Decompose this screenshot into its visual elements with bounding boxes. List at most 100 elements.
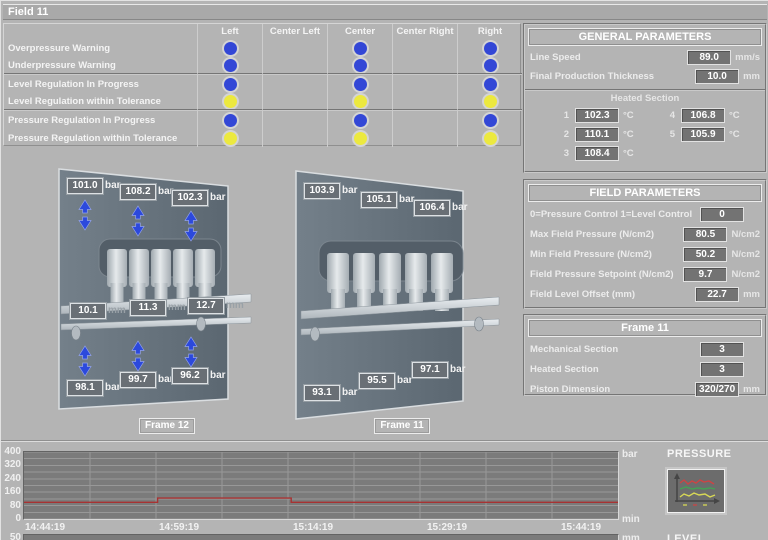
parameter-value-box[interactable]: 0 <box>700 207 744 222</box>
parameter-value-box[interactable]: 80.5 <box>683 227 727 242</box>
frame-value-unit: bar <box>397 375 413 386</box>
trend-x-unit: min <box>622 514 640 525</box>
frame-pressure-value-bottom: 98.1 <box>67 380 103 396</box>
heated-section-value-box[interactable]: 110.1 <box>575 127 619 142</box>
frame-label: Frame 12 <box>139 418 195 434</box>
status-led-cell <box>262 57 327 75</box>
level-trend-chart-partial <box>23 534 619 540</box>
parameter-row: Heated Section 3 <box>525 359 765 379</box>
heated-section-unit: °C <box>729 129 763 140</box>
led-indicator <box>484 59 497 72</box>
status-row-label: Pressure Regulation In Progress <box>4 111 197 129</box>
trend-time-tick: 15:44:19 <box>561 522 601 533</box>
heated-section-unit: °C <box>729 110 763 121</box>
status-led-cell <box>327 129 392 147</box>
frame-pressure-value-top: 106.4 <box>414 200 450 216</box>
status-led-cell <box>197 57 262 75</box>
pressure-trend-button[interactable] <box>667 469 725 513</box>
frame-pressure-value-bottom: 96.2 <box>172 368 208 384</box>
parameter-label: Piston Dimension <box>530 384 695 395</box>
led-indicator <box>354 132 367 145</box>
parameter-unit: N/cm2 <box>731 249 760 260</box>
frame-pressure-value-bottom: 93.1 <box>304 385 340 401</box>
hmi-screen: Field 11 LeftCenter LeftCenterCenter Rig… <box>0 0 768 540</box>
parameter-value-box[interactable]: 3 <box>700 362 744 377</box>
double-arrow-icon <box>78 345 92 377</box>
pressure-chart-y-tick: 400 <box>2 446 21 457</box>
parameter-value-box[interactable]: 3 <box>700 342 744 357</box>
status-column-header: Center <box>327 24 392 39</box>
status-led-cell <box>197 129 262 147</box>
pressure-y-unit: bar <box>622 449 638 460</box>
parameter-label: Min Field Pressure (N/cm2) <box>530 249 683 260</box>
status-led-cell <box>457 57 522 75</box>
status-led-cell <box>262 93 327 111</box>
double-arrow-icon <box>184 210 198 242</box>
frame-value-unit: bar <box>450 364 466 375</box>
status-led-cell <box>327 93 392 111</box>
heated-section-value-box[interactable]: 105.9 <box>681 127 725 142</box>
pressure-chart-y-tick: 240 <box>2 473 21 484</box>
parameter-row: Field Pressure Setpoint (N/cm2) 9.7N/cm2 <box>525 264 765 284</box>
status-led-cell <box>262 39 327 57</box>
status-table-corner <box>4 24 197 39</box>
frame-pressure-value-bottom: 97.1 <box>412 362 448 378</box>
status-led-cell <box>457 129 522 147</box>
heated-section-index: 2 <box>547 129 575 140</box>
parameter-row: 0=Pressure Control 1=Level Control 0 <box>525 204 765 224</box>
parameter-row: Field Level Offset (mm) 22.7mm <box>525 284 765 304</box>
status-row-label: Underpressure Warning <box>4 57 197 75</box>
parameter-value-box[interactable]: 89.0 <box>687 50 731 65</box>
double-arrow-icon <box>78 199 92 231</box>
status-led-cell <box>392 93 457 111</box>
general-parameters-rows: Line Speed 89.0mm/s Final Production Thi… <box>525 48 765 86</box>
status-led-cell <box>392 129 457 147</box>
led-indicator <box>484 114 497 127</box>
frame-info-panel: Frame 11 Mechanical Section 3 Heated Sec… <box>523 314 767 396</box>
status-led-cell <box>457 93 522 111</box>
trend-time-tick: 15:29:19 <box>427 522 467 533</box>
status-led-cell <box>197 93 262 111</box>
status-led-cell <box>327 75 392 93</box>
led-indicator <box>224 59 237 72</box>
heated-section-value-box[interactable]: 108.4 <box>575 146 619 161</box>
status-led-cell <box>197 39 262 57</box>
frame-pressure-value-top: 105.1 <box>361 192 397 208</box>
parameter-row: Max Field Pressure (N/cm2) 80.5N/cm2 <box>525 224 765 244</box>
double-arrow-icon <box>131 205 145 237</box>
frame-info-title: Frame 11 <box>529 320 761 336</box>
parameter-label: Line Speed <box>530 52 687 63</box>
parameter-value-box[interactable]: 50.2 <box>683 247 727 262</box>
frame-info-rows: Mechanical Section 3 Heated Section 3 Pi… <box>525 339 765 399</box>
status-led-cell <box>327 57 392 75</box>
heated-section-index: 3 <box>547 148 575 159</box>
frame-pressure-value-top: 102.3 <box>172 190 208 206</box>
parameter-value-box[interactable]: 22.7 <box>695 287 739 302</box>
frame-pressure-value-bottom: 95.5 <box>359 373 395 389</box>
status-led-cell <box>392 111 457 129</box>
led-indicator <box>224 95 237 108</box>
led-indicator <box>224 132 237 145</box>
parameter-value-box[interactable]: 10.0 <box>695 69 739 84</box>
trend-icon <box>669 471 723 511</box>
parameter-label: Field Pressure Setpoint (N/cm2) <box>530 269 683 280</box>
pressure-chart-y-tick: 160 <box>2 486 21 497</box>
led-indicator <box>224 114 237 127</box>
frame-value-unit: bar <box>342 185 358 196</box>
trend-time-tick: 14:59:19 <box>159 522 199 533</box>
status-led-cell <box>457 75 522 93</box>
status-led-cell <box>262 129 327 147</box>
parameter-value-box[interactable]: 320/270 <box>695 382 739 397</box>
status-led-cell <box>327 39 392 57</box>
led-indicator <box>354 95 367 108</box>
frame-position-value: 10.1 <box>70 303 106 319</box>
frame-position-value: 11.3 <box>130 300 166 316</box>
led-indicator <box>484 95 497 108</box>
parameter-value-box[interactable]: 9.7 <box>683 267 727 282</box>
pressure-trend-chart <box>23 451 619 520</box>
heated-section-title: Heated Section <box>525 93 765 106</box>
heated-section-value-box[interactable]: 106.8 <box>681 108 725 123</box>
level-y-unit: mm <box>622 533 640 540</box>
heated-section-value-box[interactable]: 102.3 <box>575 108 619 123</box>
status-column-header: Center Right <box>392 24 457 39</box>
